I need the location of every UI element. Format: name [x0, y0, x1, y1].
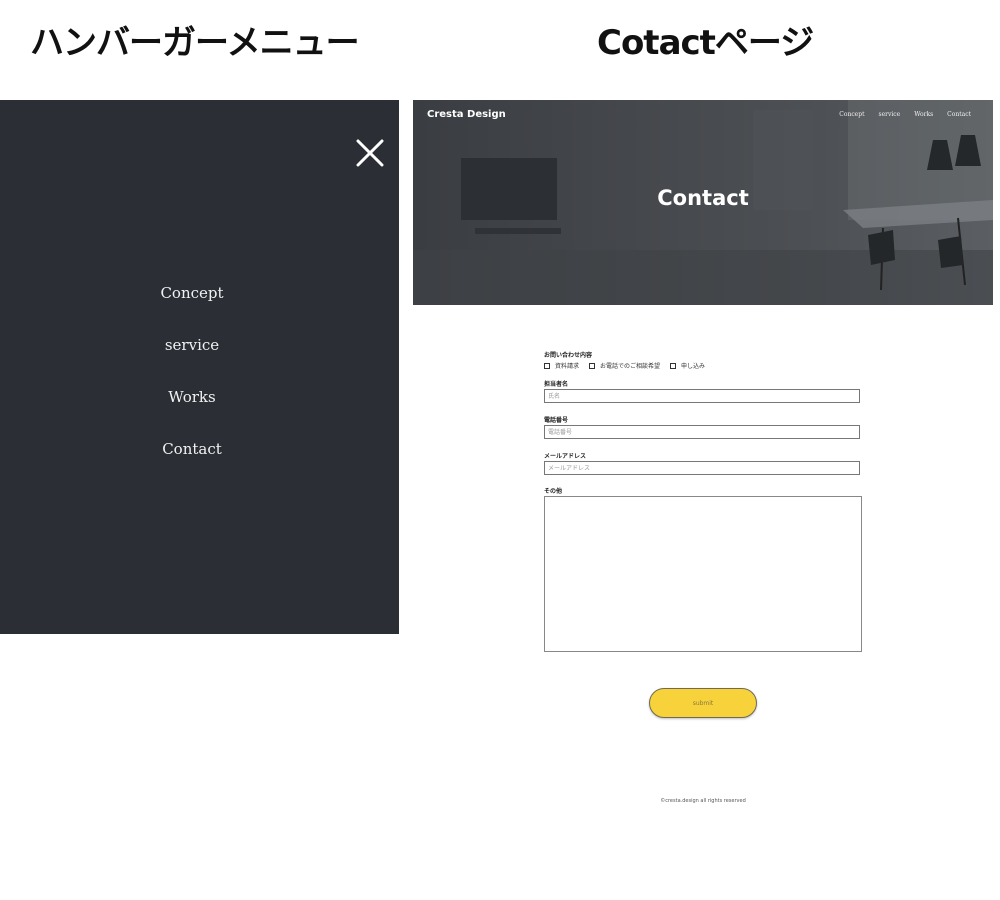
hero-title: Contact: [657, 186, 749, 210]
hamburger-menu-heading: ハンバーガーメニュー: [30, 23, 360, 63]
inquiry-type-options: 資料請求 お電話でのご相談希望 申し込み: [544, 361, 705, 370]
menu-item-contact[interactable]: Contact: [0, 440, 384, 458]
checkbox-label: 申し込み: [681, 363, 706, 370]
other-textarea[interactable]: [544, 496, 862, 652]
close-icon[interactable]: [354, 137, 386, 169]
inquiry-type-label: お問い合わせ内容: [544, 352, 593, 359]
checkbox-application[interactable]: 申し込み: [670, 361, 705, 370]
checkbox-box[interactable]: [544, 362, 550, 369]
nav-link-service[interactable]: service: [878, 111, 900, 118]
name-label: 担当者名: [544, 381, 569, 388]
contact-page-heading: Cotactページ: [597, 23, 814, 63]
contact-page-preview: Cresta Design Concept service Works Cont…: [413, 100, 993, 880]
email-input[interactable]: [544, 461, 860, 475]
checkbox-phone-consultation[interactable]: お電話でのご相談希望: [589, 361, 660, 370]
other-label: その他: [544, 488, 563, 495]
phone-label: 電話番号: [544, 417, 569, 424]
hamburger-menu-panel: [0, 100, 399, 634]
menu-item-concept[interactable]: Concept: [0, 284, 384, 302]
checkbox-box[interactable]: [670, 362, 677, 369]
hero-banner: Cresta Design Concept service Works Cont…: [413, 100, 993, 305]
email-label: メールアドレス: [544, 453, 587, 460]
nav-link-contact[interactable]: Contact: [947, 111, 971, 118]
footer-copyright: ©cresta.design all rights reserved: [660, 798, 746, 804]
checkbox-label: 資料請求: [555, 363, 580, 370]
nav-link-works[interactable]: Works: [914, 111, 933, 118]
brand-logo-text[interactable]: Cresta Design: [427, 109, 506, 120]
top-navigation: Concept service Works Contact: [839, 111, 971, 118]
nav-link-concept[interactable]: Concept: [839, 111, 864, 118]
checkbox-label: お電話でのご相談希望: [600, 363, 661, 370]
submit-button[interactable]: submit: [649, 688, 757, 718]
menu-item-works[interactable]: Works: [0, 388, 384, 406]
phone-input[interactable]: [544, 425, 860, 439]
checkbox-box[interactable]: [589, 362, 596, 369]
menu-item-service[interactable]: service: [0, 336, 384, 354]
name-input[interactable]: [544, 389, 860, 403]
checkbox-document-request[interactable]: 資料請求: [544, 361, 579, 370]
